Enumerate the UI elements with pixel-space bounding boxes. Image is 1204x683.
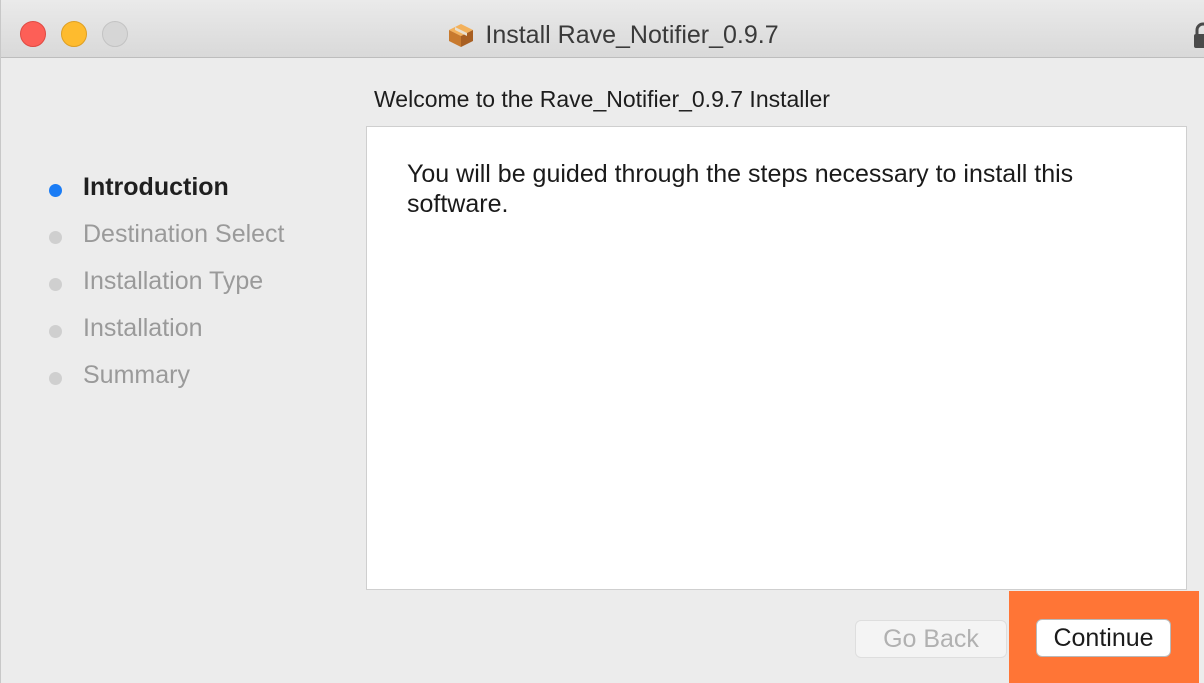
step-label: Destination Select [83,220,285,248]
continue-button[interactable]: Continue [1036,619,1171,657]
installer-steps: Introduction Destination Select Installa… [1,168,361,403]
step-label: Installation [83,314,203,342]
step-label: Installation Type [83,267,264,295]
installer-window: Install Rave_Notifier_0.9.7 Welcome to t… [0,0,1204,683]
step-indicator-dot [49,372,62,385]
step-installation-type: Installation Type [1,262,361,309]
step-destination-select: Destination Select [1,215,361,262]
step-indicator-dot [49,325,62,338]
package-icon [449,24,474,47]
step-indicator-dot [49,231,62,244]
go-back-button[interactable]: Go Back [855,620,1007,658]
window-title-container: Install Rave_Notifier_0.9.7 [1,19,1204,51]
step-summary: Summary [1,356,361,403]
content-panel: You will be guided through the steps nec… [366,126,1187,590]
step-installation: Installation [1,309,361,356]
title-bar[interactable]: Install Rave_Notifier_0.9.7 [1,0,1204,58]
window-title: Install Rave_Notifier_0.9.7 [485,21,779,49]
step-label: Introduction [83,173,229,201]
welcome-heading: Welcome to the Rave_Notifier_0.9.7 Insta… [374,86,830,112]
step-introduction: Introduction [1,168,361,215]
intro-message: You will be guided through the steps nec… [407,160,1074,218]
step-label: Summary [83,361,190,389]
lock-icon [1194,22,1204,48]
step-indicator-dot [49,278,62,291]
step-indicator-dot [49,184,62,197]
